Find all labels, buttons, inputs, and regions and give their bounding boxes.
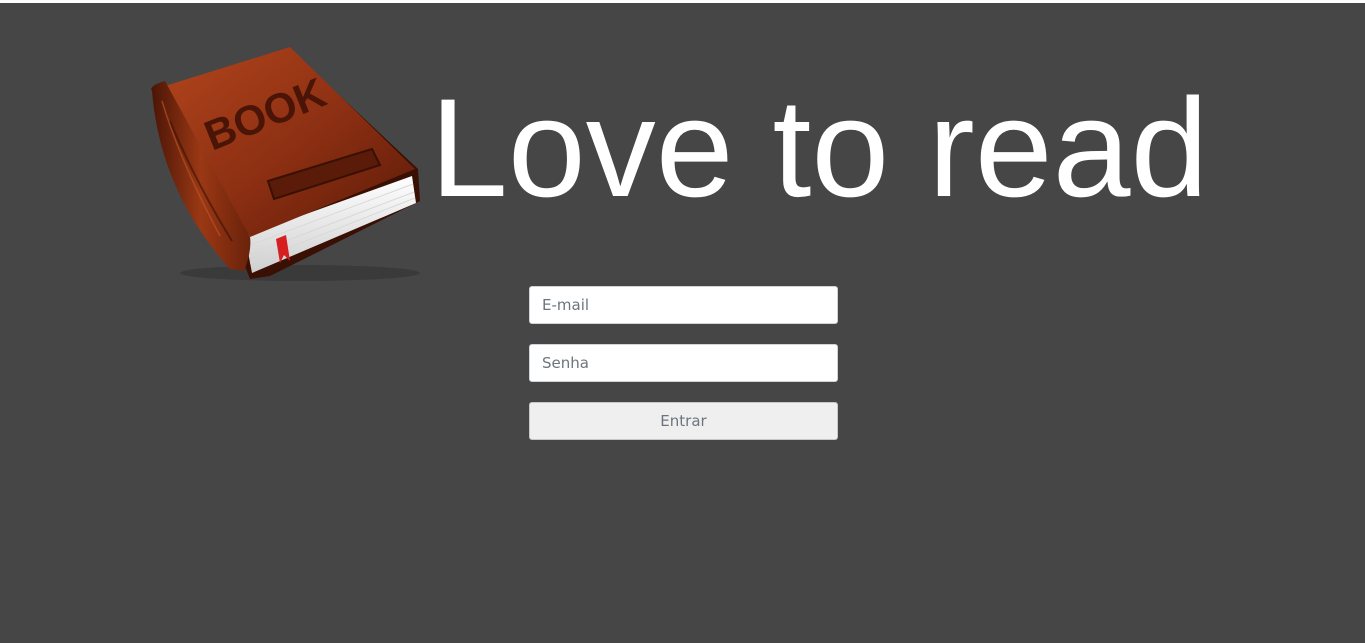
password-field[interactable]: [529, 344, 838, 382]
book-icon: BOOK: [140, 41, 430, 286]
login-page: BOOK Love to read Entrar: [0, 0, 1365, 643]
login-button[interactable]: Entrar: [529, 402, 838, 440]
page-title: Love to read: [430, 69, 1209, 226]
login-form: Entrar: [529, 286, 838, 440]
email-field[interactable]: [529, 286, 838, 324]
